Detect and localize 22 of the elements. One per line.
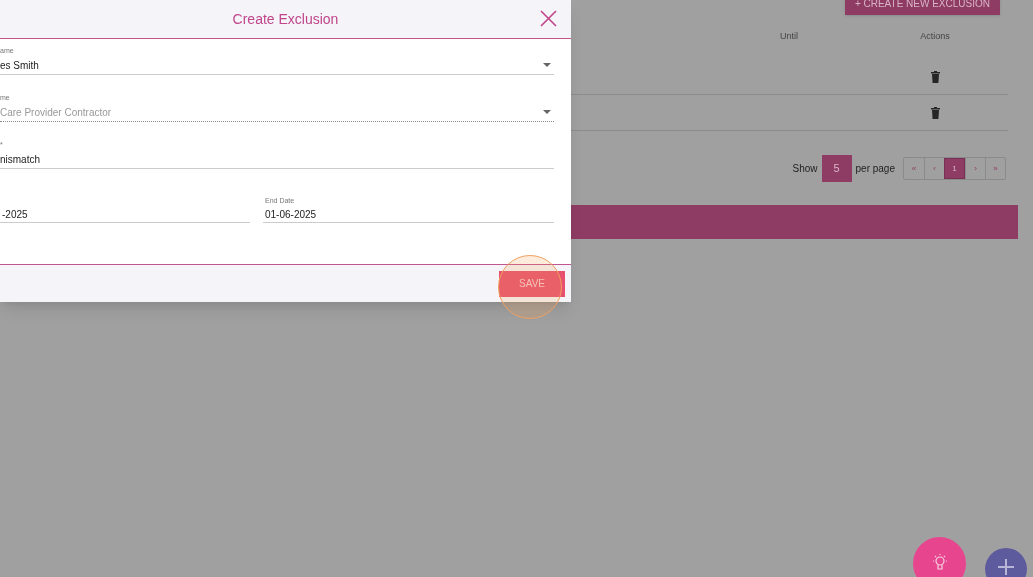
create-exclusion-button[interactable]: + CREATE NEW EXCLUSION <box>844 0 1000 15</box>
close-icon[interactable] <box>540 10 557 27</box>
page-button[interactable]: › <box>965 158 985 179</box>
plus-icon <box>997 558 1015 576</box>
select-field[interactable]: es Smith <box>0 56 554 75</box>
input-field[interactable]: nismatch <box>0 150 554 169</box>
column-header: Actions <box>919 30 951 44</box>
trash-icon[interactable] <box>930 106 940 119</box>
save-button[interactable]: SAVE <box>499 270 565 297</box>
page-button[interactable]: « <box>904 158 924 179</box>
column-header: Until <box>779 30 799 44</box>
page-size-field[interactable]: 5 <box>821 155 852 182</box>
show-label: Show <box>792 162 818 176</box>
dialog-title: Create Exclusion <box>232 9 339 29</box>
trash-icon[interactable] <box>930 70 940 83</box>
date-field[interactable]: -2025 <box>0 206 250 223</box>
lightbulb-icon <box>930 553 949 573</box>
page-button[interactable]: » <box>985 158 1005 179</box>
page-button[interactable]: 1 <box>944 158 965 179</box>
dropdown-caret-icon[interactable] <box>543 63 551 67</box>
date-field[interactable]: 01-06-2025 <box>263 206 554 223</box>
per-page-label: per page <box>855 162 895 176</box>
